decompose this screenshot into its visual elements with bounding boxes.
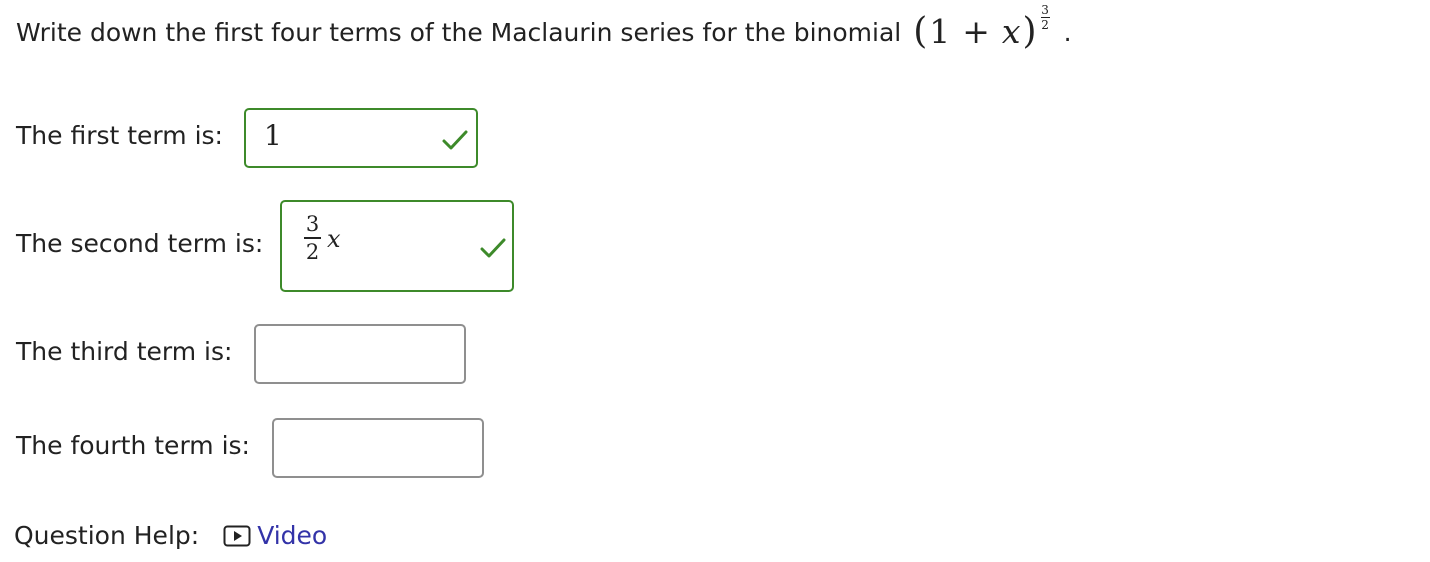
video-link[interactable]: Video bbox=[257, 521, 327, 550]
fraction-bar bbox=[304, 237, 321, 239]
second-term-value: 3 2 x bbox=[304, 212, 341, 264]
question-text: Write down the first four terms of the M… bbox=[16, 17, 902, 47]
first-term-input[interactable]: 1 bbox=[244, 108, 478, 168]
question-help-label: Question Help: bbox=[14, 521, 200, 550]
play-video-icon[interactable] bbox=[223, 525, 251, 547]
exponent-fraction: 3 2 bbox=[1040, 3, 1050, 32]
question-prompt: Write down the first four terms of the M… bbox=[16, 4, 1072, 52]
second-term-fraction: 3 2 bbox=[304, 212, 321, 264]
second-term-variable: x bbox=[327, 225, 341, 253]
second-term-numerator: 3 bbox=[305, 212, 320, 236]
question-help: Question Help: Video bbox=[14, 521, 327, 550]
exponent-denominator: 2 bbox=[1041, 18, 1049, 32]
expr-plus: + bbox=[962, 12, 990, 51]
third-term-input[interactable] bbox=[254, 324, 466, 384]
second-term-denominator: 2 bbox=[305, 240, 320, 264]
check-icon bbox=[480, 238, 506, 258]
expr-variable: x bbox=[1001, 12, 1021, 51]
exponent-numerator: 3 bbox=[1041, 3, 1049, 17]
first-term-value: 1 bbox=[264, 119, 282, 152]
open-paren: ( bbox=[913, 11, 928, 52]
second-term-label: The second term is: bbox=[16, 229, 264, 258]
second-term-input[interactable]: 3 2 x bbox=[280, 200, 514, 292]
check-icon bbox=[442, 130, 468, 150]
close-paren: ) bbox=[1022, 11, 1037, 52]
fourth-term-input[interactable] bbox=[272, 418, 484, 478]
question-period: . bbox=[1063, 17, 1072, 47]
fourth-term-label: The fourth term is: bbox=[16, 431, 250, 460]
first-term-label: The first term is: bbox=[16, 121, 223, 150]
third-term-label: The third term is: bbox=[16, 337, 233, 366]
binomial-expression: ( 1 + x ) 3 2 bbox=[913, 4, 1050, 52]
expr-one: 1 bbox=[929, 12, 951, 51]
